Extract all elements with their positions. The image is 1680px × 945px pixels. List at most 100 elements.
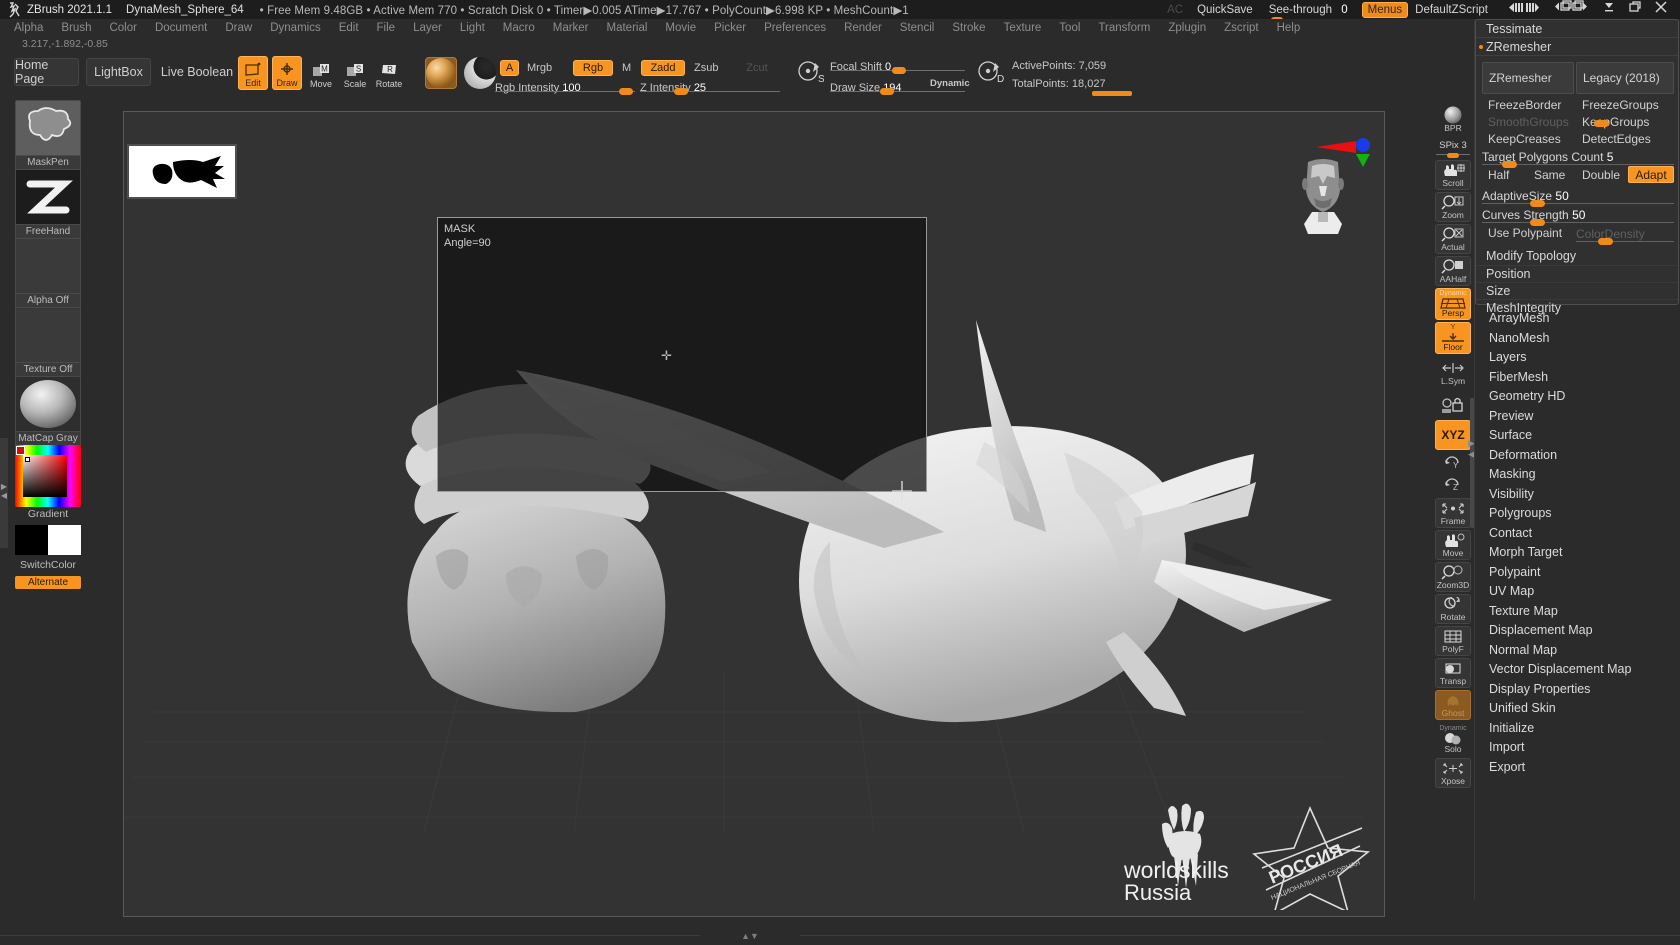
- alternate-button[interactable]: Alternate: [15, 576, 81, 589]
- secondary-color-swatch[interactable]: [48, 525, 81, 555]
- spix-slider[interactable]: SPix 3: [1435, 140, 1471, 158]
- home-page-button[interactable]: Home Page: [14, 58, 79, 86]
- menu-item-stencil[interactable]: Stencil: [891, 19, 944, 38]
- draw-size-knob[interactable]: [880, 88, 894, 95]
- palette-menu-display-properties[interactable]: Display Properties: [1475, 680, 1680, 700]
- close-icon[interactable]: [1648, 0, 1674, 19]
- color-density-knob[interactable]: [1598, 238, 1613, 245]
- z-intensity-knob[interactable]: [674, 88, 688, 95]
- rgb-toggle[interactable]: Rgb: [573, 60, 613, 76]
- menu-item-tool[interactable]: Tool: [1050, 19, 1089, 38]
- rotate-nav-button[interactable]: Rotate: [1435, 594, 1471, 624]
- z-intensity-slider[interactable]: Z Intensity 25: [640, 78, 780, 95]
- menu-item-draw[interactable]: Draw: [216, 19, 261, 38]
- double-button[interactable]: Double: [1576, 167, 1628, 183]
- actual-button[interactable]: Actual: [1435, 224, 1471, 254]
- spix-knob[interactable]: [1447, 152, 1459, 158]
- rotate-button[interactable]: R Rotate: [374, 56, 404, 90]
- palette-menu-preview[interactable]: Preview: [1475, 407, 1680, 427]
- zcut-toggle[interactable]: Zcut: [740, 60, 774, 76]
- maximize-icon[interactable]: [1622, 0, 1648, 19]
- palette-menu-masking[interactable]: Masking: [1475, 465, 1680, 485]
- drag-handle-cursor[interactable]: [891, 480, 913, 507]
- keep-groups-button[interactable]: KeepGroups: [1576, 114, 1674, 130]
- rotate-y-button[interactable]: Y: [1435, 451, 1471, 473]
- current-texture-swatch[interactable]: Texture Off: [15, 307, 81, 378]
- stroke-s-button[interactable]: S: [795, 57, 825, 87]
- a-toggle[interactable]: A: [500, 60, 519, 76]
- quicksave-button[interactable]: QuickSave: [1197, 4, 1253, 16]
- menu-item-color[interactable]: Color: [100, 19, 145, 38]
- menu-item-transform[interactable]: Transform: [1089, 19, 1159, 38]
- palette-menu-fibermesh[interactable]: FiberMesh: [1475, 368, 1680, 388]
- prev-palette-icon[interactable]: [1500, 0, 1546, 19]
- modify-topology-row[interactable]: Modify Topology: [1476, 246, 1678, 266]
- palette-menu-contact[interactable]: Contact: [1475, 524, 1680, 544]
- menu-item-dynamics[interactable]: Dynamics: [261, 19, 329, 38]
- bottom-expander-handle[interactable]: ▲▼: [700, 931, 800, 941]
- keep-creases-button[interactable]: KeepCreases: [1482, 131, 1574, 147]
- menu-item-alpha[interactable]: Alpha: [0, 19, 52, 38]
- menu-item-texture[interactable]: Texture: [995, 19, 1051, 38]
- live-boolean-button[interactable]: Live Boolean: [155, 58, 239, 86]
- local-transform-button[interactable]: [1435, 390, 1471, 420]
- focal-shift-slider[interactable]: Focal Shift 0: [830, 57, 965, 74]
- xyz-button[interactable]: XYZ: [1435, 420, 1471, 450]
- palette-menu-export[interactable]: Export: [1475, 758, 1680, 778]
- palette-menu-layers[interactable]: Layers: [1475, 348, 1680, 368]
- viewport[interactable]: MASK Angle=90 ✛ worldskills Russia РОССИ…: [123, 111, 1385, 917]
- zadd-toggle[interactable]: Zadd: [641, 60, 685, 76]
- focal-shift-knob[interactable]: [892, 67, 906, 74]
- legacy-2018-button[interactable]: Legacy (2018): [1576, 62, 1674, 94]
- zsub-toggle[interactable]: Zsub: [694, 62, 718, 74]
- zoom3d-button[interactable]: Zoom3D: [1435, 562, 1471, 592]
- target-polygons-slider[interactable]: Target Polygons Count 5: [1482, 148, 1674, 168]
- scale-button[interactable]: S Scale: [340, 56, 370, 90]
- size-row[interactable]: Size: [1476, 283, 1678, 300]
- dynamic-d-button[interactable]: D: [975, 57, 1005, 87]
- smooth-groups-button[interactable]: SmoothGroups: [1482, 114, 1574, 130]
- use-polypaint-button[interactable]: Use Polypaint: [1482, 225, 1574, 241]
- switch-window-icon[interactable]: [1546, 0, 1596, 19]
- navigation-head-widget[interactable]: [1294, 154, 1352, 234]
- curves-strength-slider[interactable]: Curves Strength 50: [1482, 206, 1674, 226]
- menu-item-help[interactable]: Help: [1268, 19, 1310, 38]
- aahalf-button[interactable]: AAHalf: [1435, 256, 1471, 286]
- mask-selection-rect[interactable]: MASK Angle=90: [437, 217, 927, 492]
- current-material-thumb[interactable]: [425, 57, 457, 89]
- current-brush-swatch[interactable]: MaskPen: [15, 100, 81, 171]
- menu-item-picker[interactable]: Picker: [705, 19, 755, 38]
- menu-item-movie[interactable]: Movie: [656, 19, 705, 38]
- switch-color-pair[interactable]: [15, 525, 81, 555]
- palette-menu-geometry-hd[interactable]: Geometry HD: [1475, 387, 1680, 407]
- lsym-button[interactable]: L.Sym: [1435, 358, 1471, 388]
- transp-button[interactable]: Transp: [1435, 658, 1471, 688]
- m-toggle[interactable]: M: [622, 62, 631, 74]
- persp-button[interactable]: Dynamic Persp: [1435, 288, 1471, 320]
- palette-menu-displacement-map[interactable]: Displacement Map: [1475, 621, 1680, 641]
- palette-menu-nanomesh[interactable]: NanoMesh: [1475, 329, 1680, 349]
- menu-item-layer[interactable]: Layer: [404, 19, 451, 38]
- color-density-slider[interactable]: ColorDensity: [1576, 225, 1674, 245]
- rgb-intensity-knob[interactable]: [619, 88, 633, 95]
- menu-item-file[interactable]: File: [368, 19, 405, 38]
- current-alpha-swatch[interactable]: Alpha Off: [15, 238, 81, 309]
- edit-button[interactable]: Edit: [238, 56, 268, 90]
- palette-menu-morph-target[interactable]: Morph Target: [1475, 543, 1680, 563]
- menus-toggle-button[interactable]: Menus: [1361, 1, 1409, 18]
- zremesher-header-row[interactable]: ZRemesher: [1476, 38, 1678, 56]
- primary-color-swatch[interactable]: [15, 525, 48, 555]
- solo-button[interactable]: Dynamic Solo: [1435, 722, 1471, 756]
- same-button[interactable]: Same: [1528, 167, 1576, 183]
- menu-item-brush[interactable]: Brush: [52, 19, 100, 38]
- palette-menu-initialize[interactable]: Initialize: [1475, 719, 1680, 739]
- zremesher-button[interactable]: ZRemesher: [1482, 62, 1574, 94]
- palette-menu-vector-displacement-map[interactable]: Vector Displacement Map: [1475, 660, 1680, 680]
- palette-menu-uv-map[interactable]: UV Map: [1475, 582, 1680, 602]
- freeze-border-button[interactable]: FreezeBorder: [1482, 97, 1574, 113]
- see-through-slider[interactable]: See-through 0: [1268, 4, 1348, 23]
- menu-item-preferences[interactable]: Preferences: [755, 19, 835, 38]
- position-row[interactable]: Position: [1476, 266, 1678, 283]
- rotate-z-button[interactable]: Z: [1435, 473, 1471, 495]
- bpr-button[interactable]: BPR: [1435, 102, 1471, 138]
